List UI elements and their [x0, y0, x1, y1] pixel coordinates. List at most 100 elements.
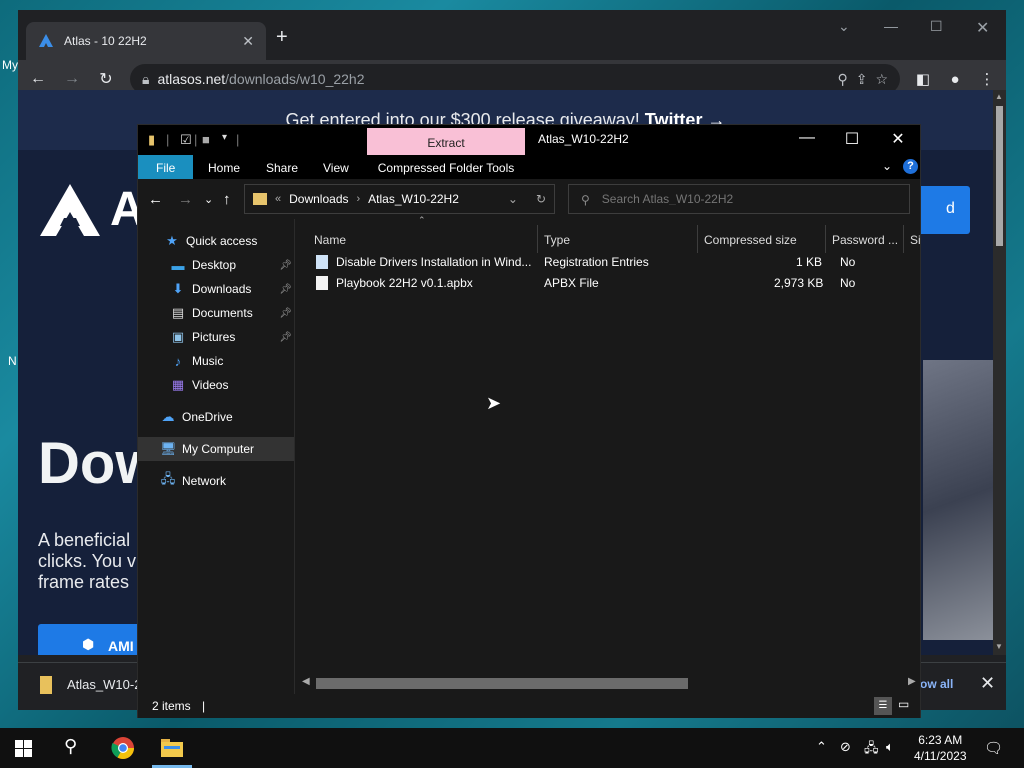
nav-label: OneDrive: [182, 410, 233, 424]
breadcrumb-overflow[interactable]: «: [275, 193, 281, 205]
tab-compressed-folder-tools[interactable]: Compressed Folder Tools: [367, 155, 525, 179]
minimize-icon[interactable]: —: [884, 18, 898, 34]
profile-icon[interactable]: ●: [946, 71, 964, 88]
back-icon[interactable]: ←: [28, 70, 48, 88]
download-bar-close-icon[interactable]: ✕: [980, 673, 995, 694]
scroll-left-icon[interactable]: ◀: [302, 676, 310, 687]
recent-locations-icon[interactable]: ⌄: [204, 193, 213, 206]
nav-music[interactable]: ♪ Music: [170, 349, 224, 373]
back-icon[interactable]: ←: [148, 191, 163, 208]
search-icon[interactable]: ⚲: [64, 736, 77, 757]
column-header-name[interactable]: Name: [308, 225, 538, 253]
zoom-search-icon[interactable]: ⚲: [837, 71, 847, 88]
network-status-icon[interactable]: ⊘: [840, 739, 851, 755]
scrollbar-thumb[interactable]: [996, 106, 1003, 246]
large-icons-view-icon[interactable]: ▭: [898, 697, 909, 711]
nav-videos[interactable]: ▦ Videos: [170, 373, 229, 397]
refresh-icon[interactable]: ↻: [536, 192, 546, 206]
file-row[interactable]: Playbook 22H2 v0.1.apbx APBX File 2,973 …: [312, 273, 912, 294]
notifications-icon[interactable]: 🗨︎: [984, 739, 1003, 757]
amd-download-button[interactable]: ⬢ AMI: [38, 624, 148, 655]
nav-network[interactable]: 🖧︎ Network: [160, 469, 226, 493]
breadcrumb-chevron-icon[interactable]: ›: [357, 193, 361, 205]
properties-icon[interactable]: ☑: [180, 132, 192, 148]
column-header-type[interactable]: Type: [538, 225, 698, 253]
tab-search-icon[interactable]: ⌄: [838, 18, 850, 35]
show-all-link[interactable]: ow all: [920, 677, 953, 691]
tab-share[interactable]: Share: [252, 155, 312, 179]
url-host: atlasos.net: [157, 71, 226, 87]
browser-tab[interactable]: Atlas - 10 22H2 ✕: [26, 22, 266, 60]
scrollbar-thumb[interactable]: [316, 678, 688, 689]
column-header-compressed-size[interactable]: Compressed size: [698, 225, 826, 253]
download-arrow-icon: ⬇: [172, 281, 184, 296]
menu-icon[interactable]: ⋮: [978, 70, 996, 88]
ribbon-expand-icon[interactable]: ⌄: [882, 159, 892, 173]
download-item-name[interactable]: Atlas_W10-2: [67, 677, 141, 692]
breadcrumb-current[interactable]: Atlas_W10-22H2: [368, 192, 459, 206]
tray-chevron-icon[interactable]: ⌃: [816, 739, 827, 755]
file-explorer-icon[interactable]: [161, 737, 183, 757]
bookmark-star-icon[interactable]: ☆: [875, 71, 888, 88]
forward-icon[interactable]: →: [62, 70, 82, 88]
address-dropdown-icon[interactable]: ⌄: [508, 192, 518, 206]
search-box[interactable]: ⚲: [568, 184, 910, 214]
package-icon: ⬢: [82, 636, 95, 652]
windows-start-icon[interactable]: [15, 740, 32, 757]
minimize-icon[interactable]: —: [792, 129, 822, 147]
volume-icon[interactable]: 🔈︎: [886, 739, 894, 755]
scroll-right-icon[interactable]: ▶: [908, 676, 916, 687]
help-icon[interactable]: ?: [903, 159, 918, 174]
nav-downloads[interactable]: ⬇ Downloads 📌︎: [170, 277, 292, 301]
star-icon: ★: [166, 233, 178, 248]
download-button[interactable]: d: [918, 186, 970, 234]
column-header-password[interactable]: Password ...: [826, 225, 904, 253]
status-separator: |: [202, 699, 206, 713]
tab-close-icon[interactable]: ✕: [242, 33, 254, 50]
lock-icon[interactable]: 🔒︎: [142, 71, 149, 88]
maximize-icon[interactable]: ☐: [837, 129, 867, 149]
tab-file[interactable]: File: [138, 155, 193, 179]
side-panel-icon[interactable]: ◧: [914, 70, 932, 88]
nav-quick-access[interactable]: ★ Quick access: [164, 229, 257, 253]
chrome-icon[interactable]: [111, 736, 135, 760]
horizontal-scrollbar[interactable]: ◀ ▶: [296, 674, 920, 692]
address-bar[interactable]: « Downloads › Atlas_W10-22H2 ⌄ ↻: [244, 184, 555, 214]
ethernet-icon[interactable]: 🖧︎: [864, 739, 879, 761]
details-view-icon[interactable]: ☰: [874, 697, 892, 715]
file-row[interactable]: Disable Drivers Installation in Wind... …: [312, 252, 912, 273]
qa-dropdown-icon[interactable]: ▾: [222, 132, 227, 143]
ribbon-tabs: File Home Share View Compressed Folder T…: [138, 155, 920, 179]
pin-icon[interactable]: 📌︎: [279, 284, 292, 295]
scroll-down-icon[interactable]: ▼: [995, 642, 1003, 651]
maximize-icon[interactable]: ☐: [930, 18, 943, 35]
tab-title: Atlas - 10 22H2: [64, 34, 147, 48]
tab-home[interactable]: Home: [194, 155, 254, 179]
tab-view[interactable]: View: [309, 155, 363, 179]
pin-icon[interactable]: 📌︎: [279, 260, 292, 271]
share-icon[interactable]: ⇪: [856, 71, 868, 88]
scroll-up-icon[interactable]: ▲: [995, 92, 1003, 101]
nav-onedrive[interactable]: ☁ OneDrive: [160, 405, 233, 429]
pin-icon[interactable]: 📌︎: [279, 332, 292, 343]
nav-documents[interactable]: ▤ Documents 📌︎: [170, 301, 292, 325]
new-tab-icon[interactable]: +: [276, 26, 288, 49]
nav-pictures[interactable]: ▣ Pictures 📌︎: [170, 325, 292, 349]
system-clock[interactable]: 6:23 AM 4/11/2023: [914, 732, 967, 764]
nav-my-computer[interactable]: 🖥︎ My Computer: [138, 437, 294, 461]
breadcrumb-downloads[interactable]: Downloads: [289, 192, 348, 206]
nav-label: Documents: [192, 306, 253, 320]
close-icon[interactable]: ✕: [976, 18, 989, 38]
file-name: Disable Drivers Installation in Wind...: [336, 255, 532, 269]
search-input[interactable]: [601, 193, 882, 205]
page-scrollbar[interactable]: ▲ ▼: [993, 90, 1006, 655]
pin-icon[interactable]: 📌︎: [279, 308, 292, 319]
new-folder-icon[interactable]: ■: [202, 132, 210, 147]
up-icon[interactable]: ↑: [223, 191, 231, 208]
close-icon[interactable]: ✕: [883, 129, 913, 149]
forward-icon[interactable]: →: [178, 191, 193, 208]
extract-context-tab[interactable]: Extract: [367, 128, 525, 155]
nav-desktop[interactable]: ▬ Desktop 📌︎: [170, 253, 293, 277]
reload-icon[interactable]: ↻: [96, 69, 116, 89]
column-header-size[interactable]: Si: [904, 225, 920, 253]
